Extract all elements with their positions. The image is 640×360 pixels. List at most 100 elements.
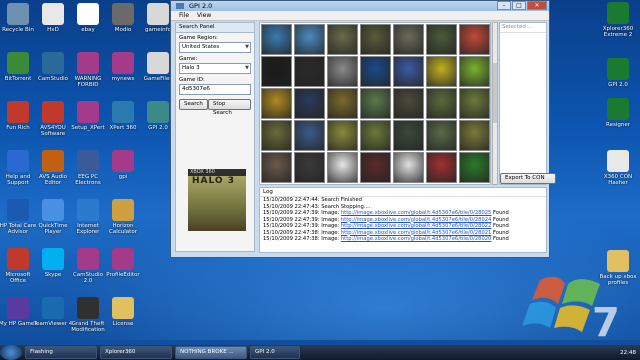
gamerpic-tile[interactable]: [261, 88, 292, 119]
desktop-icon[interactable]: Setup_XPert: [68, 101, 108, 137]
gamerpic-tile[interactable]: [360, 152, 391, 183]
gamerpic-tile[interactable]: [459, 120, 490, 151]
desktop-icon-label: GPI 2.0: [608, 82, 628, 88]
taskbar-item[interactable]: Xplorer360: [100, 346, 172, 359]
stop-search-button[interactable]: Stop Search: [207, 99, 251, 116]
desktop-icon[interactable]: Back up xbox profiles: [596, 250, 640, 286]
region-select[interactable]: United States ▼: [179, 42, 251, 53]
gamerpic-tile[interactable]: [459, 152, 490, 183]
gamerpic-tile[interactable]: [294, 120, 325, 151]
menu-view[interactable]: View: [197, 11, 211, 20]
desktop-icon[interactable]: WARNING FORBID: [68, 52, 108, 88]
log-link[interactable]: http://image.xboxlive.com/global/t.4d530…: [341, 230, 491, 236]
gamerpic-tile[interactable]: [294, 24, 325, 55]
desktop-icon[interactable]: Skype: [33, 248, 73, 284]
menu-file[interactable]: File: [179, 11, 189, 20]
gamerpic-tile[interactable]: [294, 88, 325, 119]
desktop-icon[interactable]: TeamViewer 4: [33, 297, 73, 333]
game-select[interactable]: Halo 3 ▼: [179, 63, 251, 74]
gamerpic-tile[interactable]: [360, 24, 391, 55]
desktop-icon[interactable]: X360 CON Hasher: [596, 150, 640, 186]
title-bar[interactable]: GPI 2.0 – □ ✕: [171, 1, 549, 11]
gamerpic-tile[interactable]: [393, 24, 424, 55]
taskbar-item[interactable]: Flashing: [25, 346, 97, 359]
desktop-icon-label: CamStudio: [37, 76, 69, 82]
gamerpic-tile[interactable]: [327, 24, 358, 55]
desktop-icon-label: EEG PC Electrons: [75, 174, 101, 186]
gamerpic-tile[interactable]: [426, 88, 457, 119]
desktop-icon[interactable]: CamStudio 2.0: [68, 248, 108, 284]
gameid-field[interactable]: 4d5307e6: [179, 84, 251, 95]
gamerpic-tile[interactable]: [327, 56, 358, 87]
export-to-con-button[interactable]: Export To CON: [500, 173, 556, 184]
app-icon: [7, 297, 29, 319]
log-link[interactable]: http://image.xboxlive.com/global/t.4d530…: [341, 236, 491, 242]
desktop-icon-label: Horizon Calculator: [109, 223, 137, 235]
gamerpic-tile[interactable]: [261, 120, 292, 151]
log-link[interactable]: http://image.xboxlive.com/global/t.4d530…: [341, 210, 491, 216]
gamerpic-tile[interactable]: [393, 120, 424, 151]
desktop-icon[interactable]: AVS4YOU Software: [33, 101, 73, 137]
desktop-icon[interactable]: GPI 2.0: [596, 58, 640, 94]
gamerpic-tile[interactable]: [360, 88, 391, 119]
desktop-icon[interactable]: ProfileEditor: [103, 248, 143, 284]
app-icon: [42, 248, 64, 270]
desktop-icon[interactable]: ebay: [68, 3, 108, 39]
app-icon: [77, 52, 99, 74]
gamerpic-tile[interactable]: [426, 120, 457, 151]
desktop-icon[interactable]: Modio: [103, 3, 143, 39]
gamerpic-tile[interactable]: [459, 56, 490, 87]
gamerpic-tile[interactable]: [459, 88, 490, 119]
gamerpic-tile[interactable]: [393, 88, 424, 119]
desktop-icon[interactable]: Horizon Calculator: [103, 199, 143, 235]
app-icon: [7, 101, 29, 123]
gamerpic-tile[interactable]: [426, 152, 457, 183]
gamerpic-tile[interactable]: [327, 88, 358, 119]
scrollbar-thumb[interactable]: [493, 63, 497, 123]
gamerpic-tile[interactable]: [393, 56, 424, 87]
search-button[interactable]: Search: [179, 99, 208, 110]
desktop-icon[interactable]: Xplorer360 Extreme 2: [596, 2, 640, 38]
gamerpic-tile[interactable]: [261, 56, 292, 87]
desktop-icon[interactable]: License: [103, 297, 143, 333]
close-button[interactable]: ✕: [527, 1, 547, 10]
gamerpic-tile[interactable]: [459, 24, 490, 55]
selected-header: Selected ...: [500, 23, 546, 33]
gamerpic-tile[interactable]: [261, 152, 292, 183]
desktop-icon[interactable]: Internet Explorer: [68, 199, 108, 235]
start-button[interactable]: [0, 345, 22, 360]
desktop-icon[interactable]: CamStudio: [33, 52, 73, 88]
log-link[interactable]: http://image.xboxlive.com/global/t.4d530…: [341, 217, 491, 223]
gamerpic-tile[interactable]: [327, 120, 358, 151]
desktop-icon-label: X360 CON Hasher: [603, 174, 633, 186]
menu-bar: File View: [171, 11, 549, 21]
taskbar-item[interactable]: NOTHING BROKE ...: [175, 346, 247, 359]
gamerpic-tile[interactable]: [426, 56, 457, 87]
taskbar-item[interactable]: GPI 2.0: [250, 346, 300, 359]
gamerpic-tile[interactable]: [393, 152, 424, 183]
app-icon: [112, 52, 134, 74]
gamerpic-tile[interactable]: [426, 24, 457, 55]
gamerpic-tile[interactable]: [294, 152, 325, 183]
desktop-icon[interactable]: Grand Theft Modification: [68, 297, 108, 333]
desktop-icon[interactable]: mynews: [103, 52, 143, 88]
grid-scrollbar[interactable]: [492, 22, 498, 185]
minimize-button[interactable]: –: [497, 1, 511, 10]
maximize-button[interactable]: □: [512, 1, 526, 10]
desktop-icon[interactable]: HxD: [33, 3, 73, 39]
log-link[interactable]: http://image.xboxlive.com/global/t.4d530…: [341, 223, 491, 229]
desktop-icon[interactable]: QuickTime Player: [33, 199, 73, 235]
app-icon: [7, 248, 29, 270]
desktop-icon[interactable]: AVS Audio Editor: [33, 150, 73, 186]
gamerpic-tile[interactable]: [261, 24, 292, 55]
gamerpic-tile[interactable]: [360, 120, 391, 151]
app-icon: [7, 3, 29, 25]
gamerpic-tile[interactable]: [327, 152, 358, 183]
desktop-icon[interactable]: Resigner: [596, 98, 640, 134]
desktop-icon[interactable]: XPert 360: [103, 101, 143, 137]
gamerpic-tile[interactable]: [360, 56, 391, 87]
desktop-icon[interactable]: EEG PC Electrons: [68, 150, 108, 186]
svg-text:7: 7: [592, 300, 620, 340]
gamerpic-tile[interactable]: [294, 56, 325, 87]
desktop-icon[interactable]: gpi: [103, 150, 143, 186]
